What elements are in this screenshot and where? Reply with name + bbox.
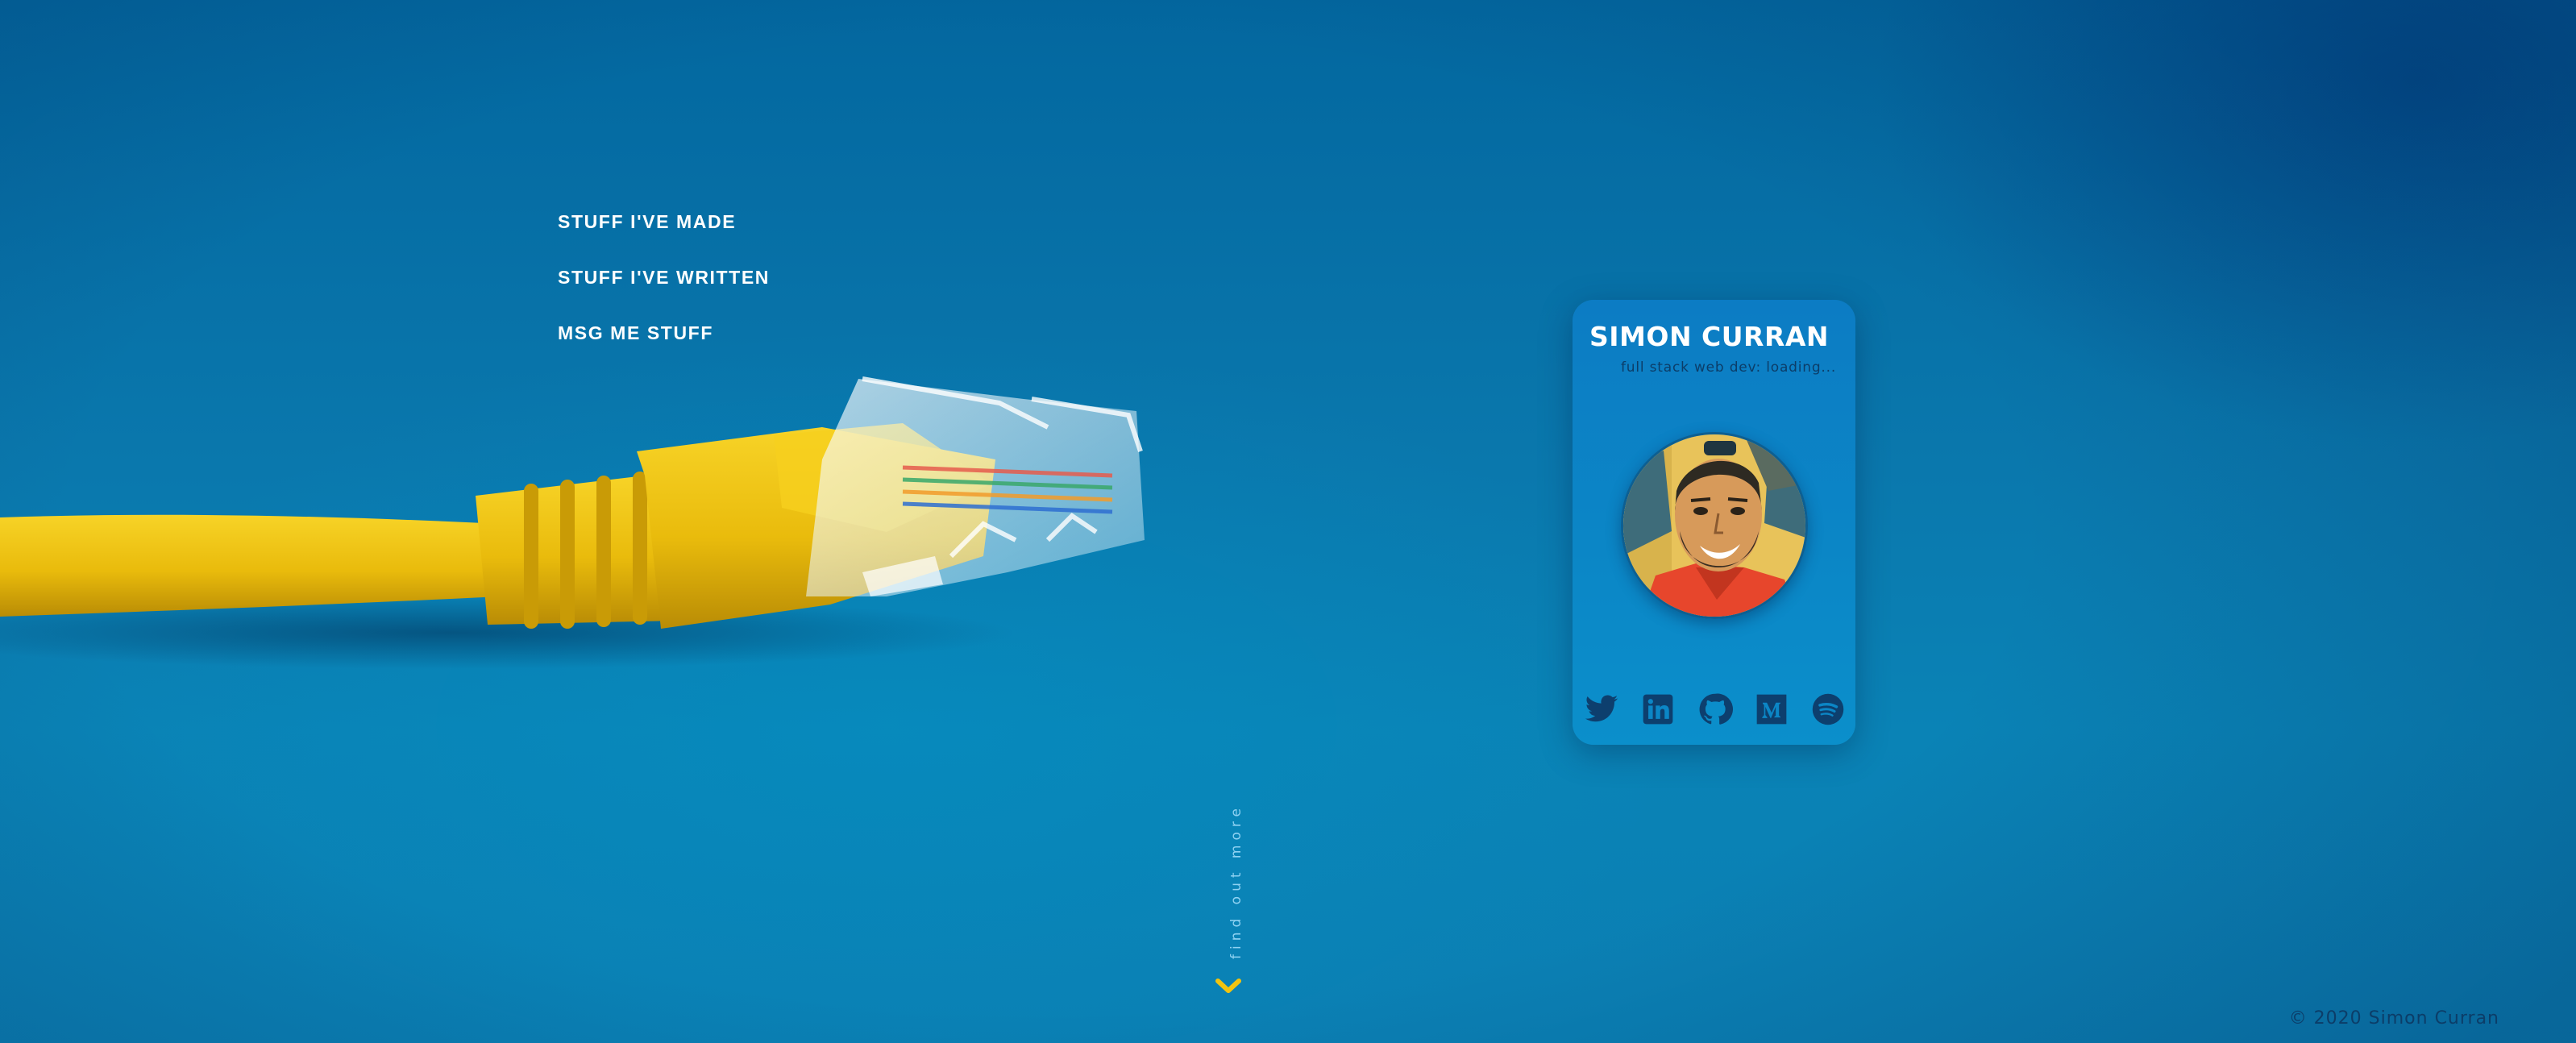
ethernet-cable-illustration <box>0 376 1145 669</box>
nav-item-stuff-made[interactable]: STUFF I'VE MADE <box>558 210 770 265</box>
main-nav: STUFF I'VE MADE STUFF I'VE WRITTEN MSG M… <box>558 210 770 376</box>
find-out-more-link[interactable]: find out more <box>1218 804 1244 959</box>
medium-icon[interactable] <box>1754 692 1789 727</box>
social-links <box>1584 692 1846 727</box>
avatar <box>1621 432 1808 619</box>
profile-tagline: full stack web dev: loading... <box>1621 359 1837 376</box>
chevron-down-icon[interactable] <box>1215 978 1241 995</box>
find-out-more-label: find out more <box>1228 804 1244 959</box>
github-icon[interactable] <box>1697 692 1733 727</box>
nav-item-stuff-written[interactable]: STUFF I'VE WRITTEN <box>558 265 770 321</box>
nav-item-msg-me[interactable]: MSG ME STUFF <box>558 321 770 376</box>
twitter-icon[interactable] <box>1584 692 1619 727</box>
profile-card: SIMON CURRAN full stack web dev: loading… <box>1573 300 1855 745</box>
linkedin-icon[interactable] <box>1640 692 1676 727</box>
spotify-icon[interactable] <box>1810 692 1846 727</box>
footer-copyright: © 2020 Simon Curran <box>2288 1008 2499 1028</box>
profile-name: SIMON CURRAN <box>1589 321 1830 352</box>
avatar-illustration <box>1623 434 1805 617</box>
